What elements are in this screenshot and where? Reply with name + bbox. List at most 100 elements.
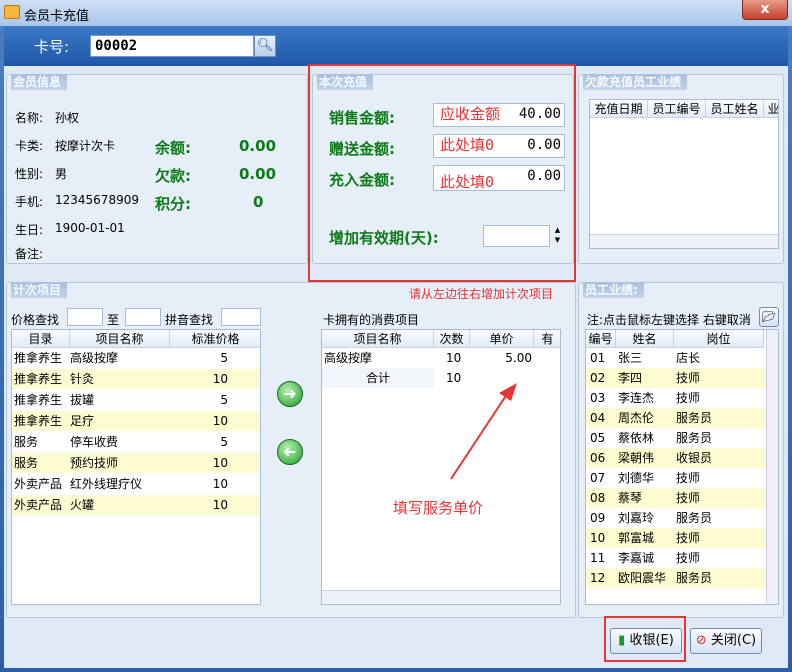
- staff-position: 服务员: [676, 511, 713, 525]
- staff-no: 02: [590, 371, 606, 385]
- price-to-input[interactable]: [125, 308, 161, 326]
- staff-row[interactable]: 08 蔡琴 技师: [586, 488, 766, 508]
- balance-value: 0.00: [239, 137, 277, 155]
- col-item-name[interactable]: 项目名称: [70, 330, 170, 348]
- staff-row[interactable]: 09 刘嘉玲 服务员: [586, 508, 766, 528]
- item-name: 针灸: [70, 372, 95, 386]
- col-position[interactable]: 岗位: [674, 330, 764, 348]
- staff-position: 技师: [676, 391, 701, 405]
- item-row[interactable]: 推拿养生 拔罐 5: [12, 390, 260, 410]
- owned-item-name: 高级按摩: [324, 351, 373, 365]
- staff-row[interactable]: 02 李四 技师: [586, 368, 766, 388]
- staff-filter-button[interactable]: 📂︎: [759, 307, 779, 327]
- staff-name: 蔡依林: [618, 431, 655, 445]
- staff-title: 员工业绩:: [583, 282, 644, 298]
- item-row[interactable]: 服务 预约技师 10: [12, 453, 260, 473]
- col-staff-no[interactable]: 编号: [586, 330, 616, 348]
- owned-item-count: 10: [446, 351, 462, 365]
- staff-row[interactable]: 11 李嘉诚 技师: [586, 548, 766, 568]
- staff-name: 欧阳震华: [618, 571, 667, 585]
- client-area: 卡号: 00002 🔍︎ 会员信息 名称: 孙权 卡类: 按摩计次卡 性别: 男手机: 12…: [4, 26, 788, 668]
- col-owned-item-name[interactable]: 项目名称: [322, 330, 434, 348]
- debt-recharge-group: 欠款充值员工业绩 充值日期 员工编号 员工姓名 业: [578, 74, 784, 264]
- total-label: 合计: [322, 368, 434, 388]
- owned-item-price[interactable]: 5.00: [472, 348, 532, 368]
- staff-no: 09: [590, 511, 606, 525]
- item-price: 10: [212, 498, 228, 512]
- count-items-group: 计次项目 请从左边往右增加计次项目 价格查找 至 拼音查找 目录 项目名称 标准…: [6, 282, 576, 618]
- window-close-button[interactable]: x: [742, 0, 788, 20]
- item-row[interactable]: 推拿养生 足疗 10: [12, 411, 260, 431]
- staff-table[interactable]: 编号 姓名 岗位 01 张三 店长 02 李四 技师 03 李连杰 技师 04 周杰伦 服务员 05 蔡依…: [585, 329, 779, 605]
- owned-item-row[interactable]: 高级按摩 10 5.00: [322, 348, 560, 368]
- member-info-group: 会员信息 名称: 孙权 卡类: 按摩计次卡 性别: 男手机: 12345678909 生日: 1…: [6, 74, 308, 264]
- checkout-label: 收银(E): [629, 633, 674, 648]
- staff-row[interactable]: 04 周杰伦 服务员: [586, 408, 766, 428]
- items-hint: 请从左边往右增加计次项目: [409, 287, 554, 301]
- search-icon: 🔍︎: [256, 38, 274, 53]
- item-row[interactable]: 服务 停车收费 5: [12, 432, 260, 452]
- col-recharge-date[interactable]: 充值日期: [590, 100, 648, 118]
- member-field-value: 12345678909: [55, 193, 139, 207]
- add-item-button[interactable]: ➜: [277, 381, 303, 407]
- staff-row[interactable]: 07 刘德华 技师: [586, 468, 766, 488]
- item-row[interactable]: 推拿养生 针灸 10: [12, 369, 260, 389]
- member-field-label: 卡类:: [15, 139, 44, 153]
- col-standard-price[interactable]: 标准价格: [170, 330, 260, 348]
- item-row[interactable]: 外卖产品 红外线理疗仪 10: [12, 474, 260, 494]
- app-icon: [4, 5, 20, 19]
- staff-position: 技师: [676, 371, 701, 385]
- col-count[interactable]: 次数: [434, 330, 470, 348]
- item-price: 5: [220, 393, 228, 407]
- title-bar: 会员卡充值 x: [0, 0, 792, 26]
- item-category: 外卖产品: [14, 498, 63, 512]
- staff-no: 08: [590, 491, 606, 505]
- col-staff-name[interactable]: 员工姓名: [706, 100, 764, 118]
- item-category: 服务: [14, 456, 39, 470]
- member-field-value: 按摩计次卡: [55, 139, 116, 153]
- close-button[interactable]: ⊘ 关闭(C): [690, 628, 762, 654]
- staff-row[interactable]: 03 李连杰 技师: [586, 388, 766, 408]
- staff-vscroll[interactable]: [766, 330, 778, 604]
- col-performance[interactable]: 业: [764, 100, 778, 118]
- remove-item-button[interactable]: ➜: [277, 439, 303, 465]
- col-staff-id[interactable]: 员工编号: [648, 100, 706, 118]
- staff-row[interactable]: 06 梁朝伟 收银员: [586, 448, 766, 468]
- debt-recharge-table[interactable]: 充值日期 员工编号 员工姓名 业: [589, 99, 779, 249]
- item-price: 10: [212, 477, 228, 491]
- staff-no: 10: [590, 531, 606, 545]
- item-row[interactable]: 推拿养生 高级按摩 5: [12, 348, 260, 368]
- item-row[interactable]: 外卖产品 火罐 10: [12, 495, 260, 515]
- member-info-title: 会员信息: [11, 74, 68, 90]
- staff-no: 11: [590, 551, 606, 565]
- pinyin-search-input[interactable]: [221, 308, 261, 326]
- item-category: 外卖产品: [14, 477, 63, 491]
- member-field-label: 手机:: [15, 195, 44, 209]
- search-button[interactable]: 🔍︎: [254, 35, 276, 57]
- staff-row[interactable]: 05 蔡依林 服务员: [586, 428, 766, 448]
- col-staff-name-2[interactable]: 姓名: [616, 330, 674, 348]
- staff-name: 刘嘉玲: [618, 511, 655, 525]
- owned-table-hscroll[interactable]: [322, 590, 560, 604]
- staff-row[interactable]: 10 郭富城 技师: [586, 528, 766, 548]
- member-field-label: 生日:: [15, 223, 44, 237]
- staff-row[interactable]: 01 张三 店长: [586, 348, 766, 368]
- balance-label: 余额:: [155, 139, 191, 157]
- item-name: 红外线理疗仪: [70, 477, 143, 491]
- items-table[interactable]: 目录 项目名称 标准价格 推拿养生 高级按摩 5 推拿养生 针灸 10 推拿养生 拔罐 5 推拿养…: [11, 329, 261, 605]
- staff-no: 05: [590, 431, 606, 445]
- count-items-title: 计次项目: [11, 282, 68, 298]
- col-unit-price[interactable]: 单价: [470, 330, 534, 348]
- debt-table-hscroll[interactable]: [590, 234, 778, 248]
- staff-name: 郭富城: [618, 531, 655, 545]
- item-name: 预约技师: [70, 456, 119, 470]
- checkout-button[interactable]: ▮ 收银(E): [610, 628, 682, 654]
- stop-icon: ⊘: [695, 633, 707, 648]
- staff-name: 周杰伦: [618, 411, 655, 425]
- col-valid[interactable]: 有: [534, 330, 560, 348]
- points-label: 积分:: [155, 195, 191, 213]
- card-number-input[interactable]: 00002: [90, 35, 254, 57]
- col-category[interactable]: 目录: [12, 330, 70, 348]
- staff-row[interactable]: 12 欧阳震华 服务员: [586, 568, 766, 588]
- price-from-input[interactable]: [67, 308, 103, 326]
